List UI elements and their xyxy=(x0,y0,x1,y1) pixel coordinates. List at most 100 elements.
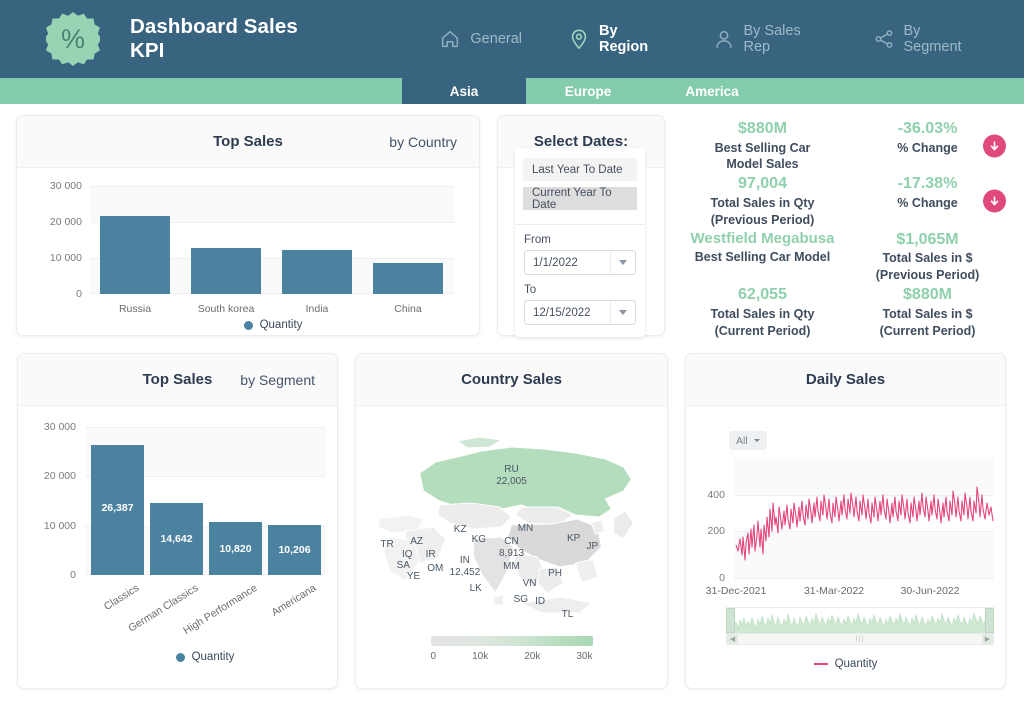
map-label-JP: JP xyxy=(587,541,599,553)
chevron-down-icon xyxy=(754,439,760,442)
map-label-KZ: KZ xyxy=(454,524,467,536)
x-axis-label: German Classics xyxy=(101,582,201,650)
asia-choropleth-map[interactable]: RU 22,005 KZ MN KG KP JP TR AZ CN 8,913 … xyxy=(356,407,667,637)
card-top-sales-country: Top Sales by Country 30 000 20 000 10 00… xyxy=(16,115,480,336)
map-region-LK[interactable] xyxy=(494,595,504,605)
bar-value-label: 10,206 xyxy=(268,544,321,556)
scroll-left-arrow-icon[interactable]: ◀ xyxy=(727,634,738,644)
map-label-LK: LK xyxy=(470,583,482,595)
map-label-YE: YE xyxy=(407,571,420,583)
card-top-sales-segment: Top Sales by Segment 30 000 20 000 10 00… xyxy=(17,353,338,689)
scroll-right-arrow-icon[interactable]: ▶ xyxy=(982,634,993,644)
divider xyxy=(515,224,645,225)
range-navigator[interactable]: ◀ ||| ▶ xyxy=(726,607,994,645)
bar[interactable]: 14,642 xyxy=(150,503,203,575)
map-region-JP[interactable] xyxy=(614,511,634,539)
map-label-OM: OM xyxy=(427,563,443,575)
x-axis-label: High Performance xyxy=(160,582,260,650)
x-axis-label: China xyxy=(373,303,443,315)
daily-sales-line xyxy=(734,459,994,579)
nav-label: By Segment xyxy=(904,23,979,55)
from-date-field[interactable]: 1/1/2022 xyxy=(524,250,636,275)
map-svg xyxy=(356,407,667,637)
nav-label: By Sales Rep xyxy=(744,23,827,55)
chevron-down-icon[interactable] xyxy=(611,260,635,265)
card-title: Daily Sales xyxy=(686,371,1005,388)
card-title: Country Sales xyxy=(356,371,667,388)
nav-item-by-segment[interactable]: By Segment xyxy=(873,23,979,55)
x-axis-tick: 30-Jun-2022 xyxy=(901,585,960,597)
person-icon xyxy=(713,28,735,50)
gridline xyxy=(85,427,325,428)
nav-item-general[interactable]: General xyxy=(439,28,522,50)
bar[interactable] xyxy=(100,216,170,294)
map-color-legend: 0 10k 20k 30k xyxy=(431,636,593,662)
app-header: % Dashboard Sales KPI General xyxy=(0,0,1024,78)
bar[interactable] xyxy=(373,263,443,294)
legend-gradient xyxy=(431,636,593,646)
bar[interactable] xyxy=(191,248,261,294)
map-label-IN: IN 12,452 xyxy=(450,555,481,579)
nav-label: General xyxy=(470,31,522,47)
kpi-caption: Total Sales in Qty(Previous Period) xyxy=(680,195,845,229)
bar-value-label: 14,642 xyxy=(150,533,203,545)
kpi-total-sales-qty-previous: 97,004 Total Sales in Qty(Previous Perio… xyxy=(680,173,845,228)
y-axis-tick: 20 000 xyxy=(44,470,76,482)
navigator-area-chart xyxy=(726,608,994,634)
card-header: Top Sales by Country xyxy=(17,116,479,168)
tab-america[interactable]: America xyxy=(650,78,774,104)
legend-label: Quantity xyxy=(835,658,878,670)
map-region-ID[interactable] xyxy=(522,597,592,613)
kpi-value: $880M xyxy=(680,118,845,140)
legend-tick: 10k xyxy=(472,651,488,662)
kpi-value: 97,004 xyxy=(680,173,845,195)
home-icon xyxy=(439,28,461,50)
segment-bar-plot: 30 000 20 000 10 000 0 26,387 14,642 10,… xyxy=(85,427,325,575)
scroll-grip[interactable]: ||| xyxy=(856,636,864,643)
navigator-handle-left[interactable] xyxy=(726,608,735,633)
map-label-KP: KP xyxy=(567,533,580,545)
bar[interactable]: 26,387 xyxy=(91,445,144,575)
x-axis-tick: 31-Dec-2021 xyxy=(706,585,767,597)
chevron-down-icon[interactable] xyxy=(611,310,635,315)
bar[interactable]: 10,820 xyxy=(209,522,262,575)
bar[interactable]: 10,206 xyxy=(268,525,321,575)
nav-item-by-region[interactable]: By Region xyxy=(568,23,667,55)
map-label-MM: MM xyxy=(503,561,520,573)
x-axis-label: Americana xyxy=(219,582,319,650)
navigator-scrollbar[interactable]: ◀ ||| ▶ xyxy=(726,633,994,645)
legend-swatch xyxy=(814,663,828,666)
percent-glyph: % xyxy=(61,26,85,53)
y-axis-tick: 20 000 xyxy=(50,216,82,228)
navigator-handle-right[interactable] xyxy=(985,608,994,633)
map-region-PH[interactable] xyxy=(576,559,598,583)
arrow-down-circle-icon xyxy=(983,134,1006,157)
x-axis-label: South korea xyxy=(191,303,261,315)
map-label-TR: TR xyxy=(380,539,393,551)
legend-tick: 30k xyxy=(576,651,592,662)
to-date-field[interactable]: 12/15/2022 xyxy=(524,300,636,325)
legend-ticks: 0 10k 20k 30k xyxy=(431,651,593,662)
card-select-dates: Select Dates: Last Year To Date Current … xyxy=(497,115,665,336)
nav-item-by-sales-rep[interactable]: By Sales Rep xyxy=(713,23,827,55)
map-label-ID: ID xyxy=(535,596,545,608)
tab-europe[interactable]: Europe xyxy=(526,78,650,104)
card-header: Top Sales by Segment xyxy=(18,354,337,406)
preset-current-year-to-date[interactable]: Current Year To Date xyxy=(523,187,637,210)
chart-legend: Quantity xyxy=(686,658,1005,670)
bar[interactable] xyxy=(282,250,352,294)
tab-asia[interactable]: Asia xyxy=(402,78,526,104)
y-axis-tick: 400 xyxy=(707,489,725,501)
card-daily-sales: Daily Sales All 400 200 0 31-Dec-2021 31… xyxy=(685,353,1006,689)
range-filter-dropdown[interactable]: All xyxy=(729,431,767,450)
kpi-value: $1,065M xyxy=(845,229,1010,251)
kpi-caption: Total Sales in Qty(Current Period) xyxy=(680,306,845,340)
kpi-value: -36.03% xyxy=(845,118,1010,140)
chart-legend: Quantity xyxy=(85,651,325,663)
map-label-code: RU xyxy=(504,464,518,475)
map-label-AZ: AZ xyxy=(410,536,423,548)
preset-last-year-to-date[interactable]: Last Year To Date xyxy=(523,158,637,181)
map-label-IR: IR xyxy=(426,549,436,561)
legend-swatch xyxy=(176,653,185,662)
percent-badge-icon: % xyxy=(46,12,100,66)
